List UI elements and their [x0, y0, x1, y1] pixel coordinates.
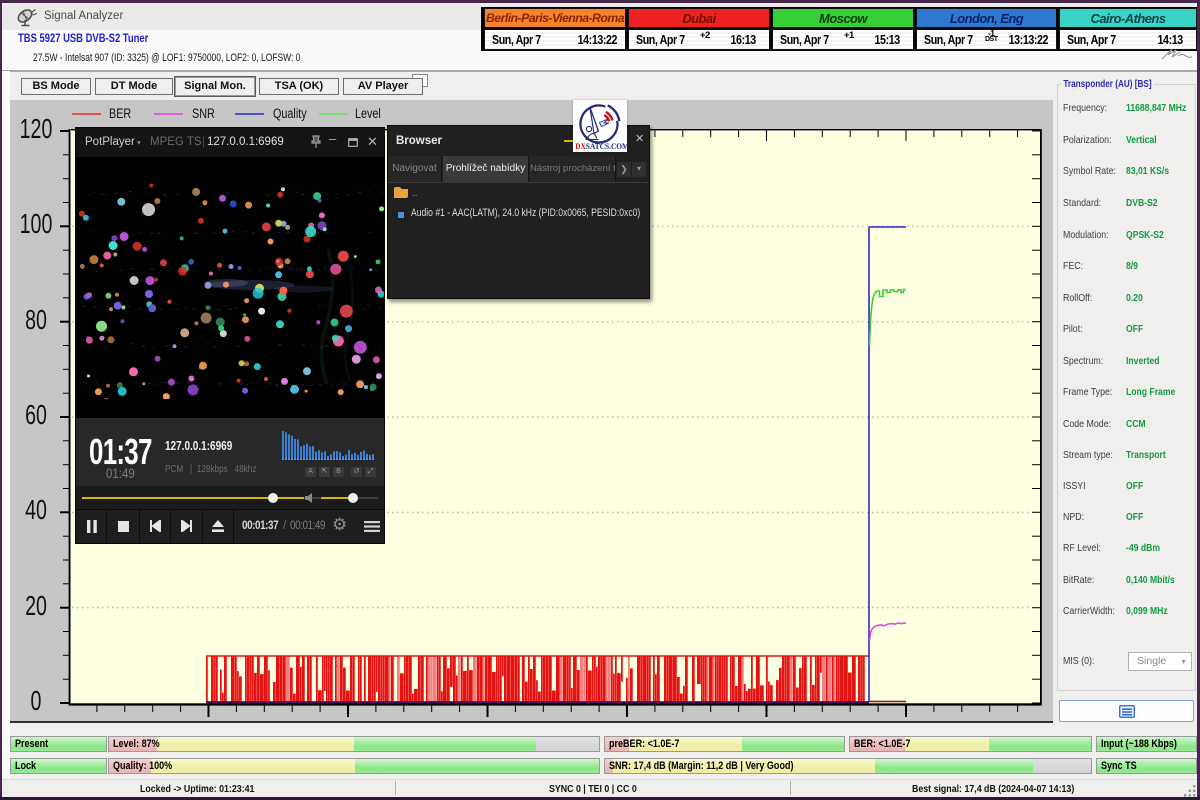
svg-text:DXSATCS.COM: DXSATCS.COM [575, 142, 627, 152]
